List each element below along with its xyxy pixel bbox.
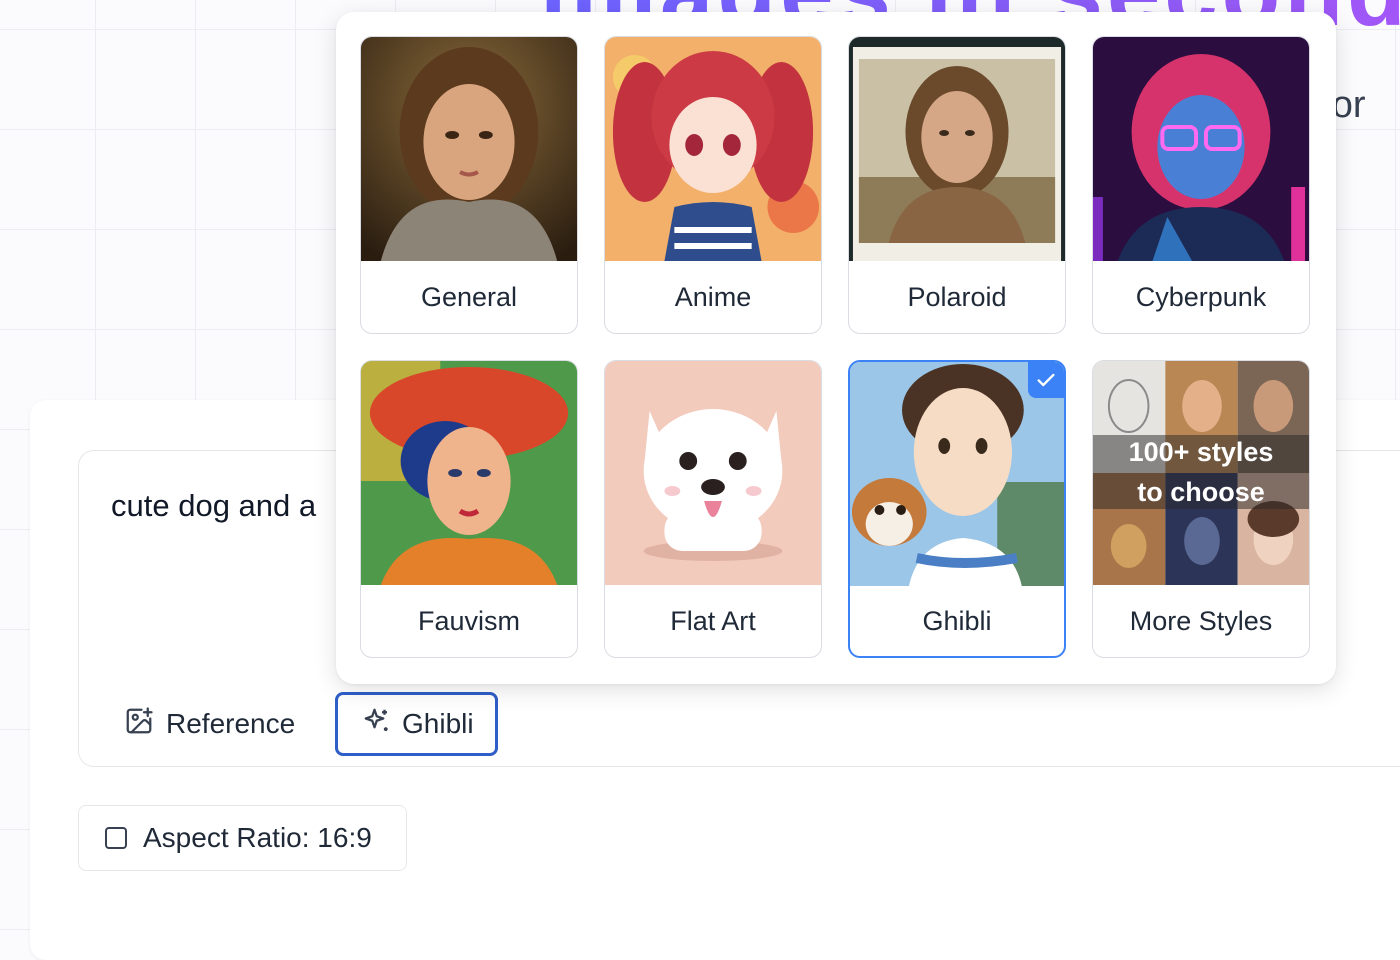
style-card-ghibli[interactable]: Ghibli — [848, 360, 1066, 658]
style-card-polaroid[interactable]: Polaroid — [848, 36, 1066, 334]
style-label-flat-art: Flat Art — [670, 605, 756, 636]
aspect-ratio-checkbox[interactable] — [105, 827, 127, 849]
style-label-ghibli: Ghibli — [922, 605, 992, 636]
prompt-text[interactable]: cute dog and a — [111, 488, 316, 524]
style-button[interactable]: Ghibli — [335, 692, 498, 756]
style-thumbnail-fauvism — [361, 361, 577, 585]
style-thumbnail-anime — [605, 37, 821, 261]
more-styles-overlay-line-2: to choose — [1137, 477, 1265, 507]
style-thumbnail-flat-art — [605, 361, 821, 585]
style-label-more-styles: More Styles — [1129, 605, 1273, 636]
style-card-flat-art[interactable]: Flat Art — [604, 360, 822, 658]
style-card-more-styles[interactable]: 100+ styles to choose More Styles — [1092, 360, 1310, 658]
aspect-ratio-label: Aspect Ratio: 16:9 — [143, 822, 372, 853]
style-thumbnail-cyberpunk — [1093, 37, 1309, 261]
selected-check-icon — [1028, 362, 1064, 398]
style-label-general: General — [420, 281, 518, 312]
style-thumbnail-polaroid — [849, 37, 1065, 261]
style-label-polaroid: Polaroid — [907, 281, 1007, 312]
style-thumbnail-general — [361, 37, 577, 261]
style-card-general[interactable]: General — [360, 36, 578, 334]
style-picker-panel: General Anime Polaroid Cyberpunk Fauvism… — [336, 12, 1336, 684]
reference-label: Reference — [166, 708, 296, 739]
aspect-ratio-toggle[interactable]: Aspect Ratio: 16:9 — [78, 805, 407, 871]
style-label-anime: Anime — [674, 281, 752, 312]
image-plus-icon — [124, 706, 154, 743]
style-label-fauvism: Fauvism — [417, 605, 520, 636]
more-styles-overlay-line-1: 100+ styles — [1128, 437, 1274, 467]
style-card-anime[interactable]: Anime — [604, 36, 822, 334]
style-card-cyberpunk[interactable]: Cyberpunk — [1092, 36, 1310, 334]
reference-button[interactable]: Reference — [108, 694, 314, 754]
style-label: Ghibli — [402, 708, 474, 739]
style-label-cyberpunk: Cyberpunk — [1135, 281, 1267, 312]
more-styles-overlay: 100+ styles to choose — [1093, 435, 1309, 509]
sparkles-icon — [362, 706, 392, 743]
style-card-fauvism[interactable]: Fauvism — [360, 360, 578, 658]
